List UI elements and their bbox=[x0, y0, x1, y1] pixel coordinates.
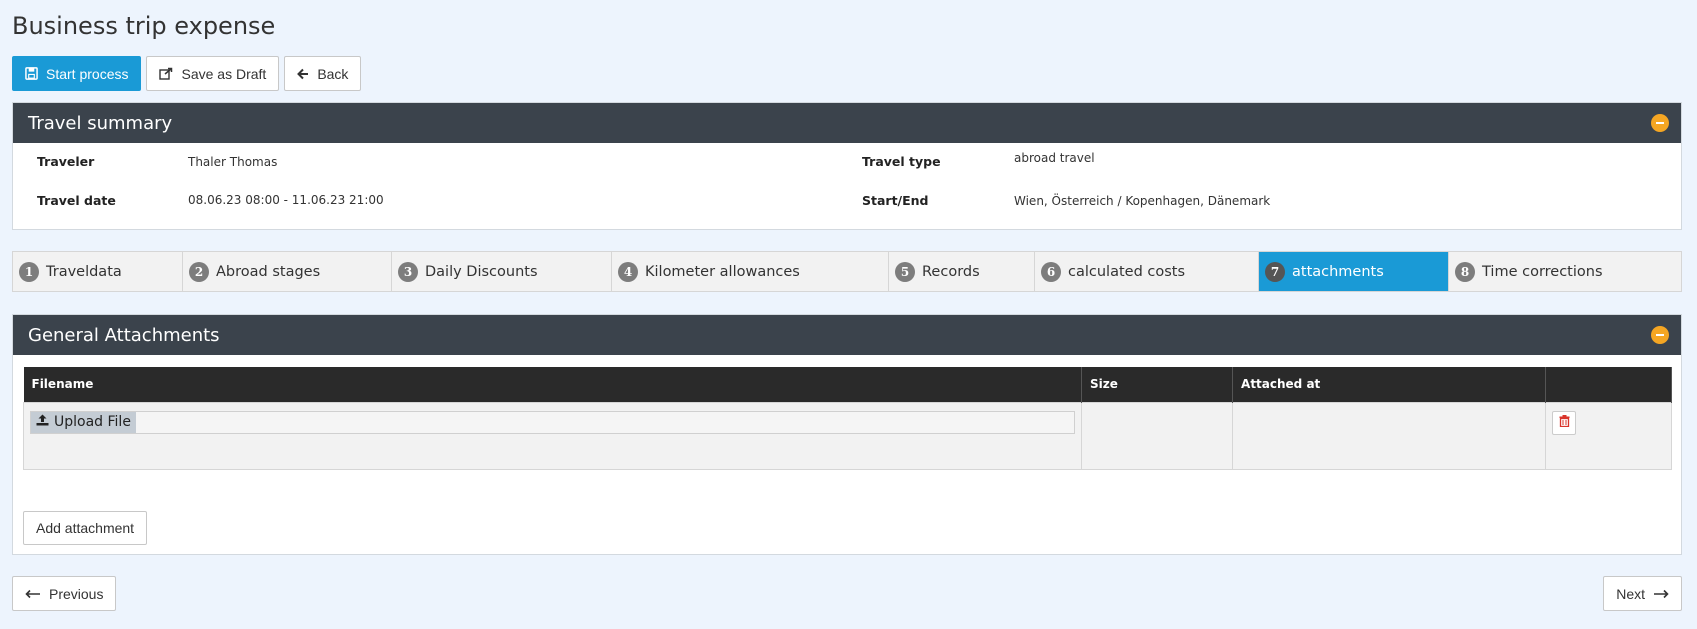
step-label: Kilometer allowances bbox=[645, 263, 800, 280]
step-label: Time corrections bbox=[1482, 263, 1603, 280]
step-label: attachments bbox=[1292, 263, 1384, 280]
step-label: calculated costs bbox=[1068, 263, 1186, 280]
start-process-label: Start process bbox=[46, 65, 129, 82]
actions-cell bbox=[1545, 401, 1672, 470]
size-cell bbox=[1080, 401, 1234, 470]
col-filename: Filename bbox=[23, 367, 1082, 402]
col-attached-at: Attached at bbox=[1232, 367, 1547, 402]
attached-at-cell bbox=[1232, 401, 1547, 470]
step-label: Daily Discounts bbox=[425, 263, 538, 280]
step-number: 8 bbox=[1455, 261, 1475, 282]
travel-type-label: Travel type bbox=[862, 154, 941, 169]
step-label: Traveldata bbox=[46, 263, 122, 280]
delete-button[interactable] bbox=[1552, 410, 1577, 435]
step-label: Abroad stages bbox=[216, 263, 321, 280]
step-tabs: 1 Traveldata 2 Abroad stages 3 Daily Dis… bbox=[12, 251, 1682, 292]
table-header-row: Filename Size Attached at bbox=[23, 367, 1672, 402]
step-label: Records bbox=[922, 263, 980, 280]
col-actions bbox=[1545, 367, 1672, 402]
add-attachment-label: Add attachment bbox=[36, 520, 135, 536]
save-draft-label: Save as Draft bbox=[181, 65, 267, 82]
tab-daily-discounts[interactable]: 3 Daily Discounts bbox=[392, 252, 612, 291]
step-number: 4 bbox=[618, 261, 638, 282]
tab-traveldata[interactable]: 1 Traveldata bbox=[13, 252, 183, 291]
save-icon bbox=[25, 67, 38, 80]
general-attachments-panel: General Attachments Filename Size Attach… bbox=[12, 314, 1682, 555]
upload-file-label: Upload File bbox=[54, 414, 131, 430]
step-number: 3 bbox=[398, 261, 418, 282]
upload-icon bbox=[36, 414, 49, 430]
traveler-value: Thaler Thomas bbox=[188, 155, 278, 169]
attachments-table: Filename Size Attached at Upload File bbox=[23, 367, 1672, 470]
start-process-button[interactable]: Start process bbox=[12, 56, 142, 91]
previous-button[interactable]: Previous bbox=[12, 576, 117, 611]
next-label: Next bbox=[1616, 585, 1645, 602]
tab-abroad-stages[interactable]: 2 Abroad stages bbox=[183, 252, 392, 291]
travel-summary-header: Travel summary bbox=[13, 103, 1681, 143]
general-attachments-title: General Attachments bbox=[28, 324, 220, 346]
add-attachment-button[interactable]: Add attachment bbox=[23, 511, 148, 545]
start-end-label: Start/End bbox=[862, 193, 929, 208]
long-arrow-left-icon bbox=[25, 589, 41, 599]
travel-summary-body: Traveler Thaler Thomas Travel date 08.06… bbox=[13, 143, 1681, 231]
step-number: 1 bbox=[19, 261, 39, 282]
upload-field[interactable]: Upload File bbox=[30, 410, 1075, 434]
step-number: 7 bbox=[1265, 261, 1285, 282]
minus-circle-icon[interactable] bbox=[1651, 114, 1669, 132]
share-icon bbox=[159, 67, 173, 80]
general-attachments-header: General Attachments bbox=[13, 315, 1681, 355]
travel-summary-title: Travel summary bbox=[28, 112, 173, 134]
toolbar: Start process Save as Draft Back bbox=[12, 56, 362, 91]
start-end-value: Wien, Österreich / Kopenhagen, Dänemark bbox=[1014, 194, 1271, 208]
tab-records[interactable]: 5 Records bbox=[889, 252, 1035, 291]
col-size: Size bbox=[1081, 367, 1234, 402]
back-button[interactable]: Back bbox=[284, 56, 362, 91]
tab-attachments[interactable]: 7 attachments bbox=[1259, 252, 1449, 291]
step-number: 5 bbox=[895, 261, 915, 282]
tab-time-corrections[interactable]: 8 Time corrections bbox=[1449, 252, 1681, 291]
tab-calculated-costs[interactable]: 6 calculated costs bbox=[1035, 252, 1259, 291]
trash-icon bbox=[1559, 415, 1570, 430]
travel-date-value: 08.06.23 08:00 - 11.06.23 21:00 bbox=[188, 193, 384, 207]
back-label: Back bbox=[317, 65, 349, 82]
table-row: Upload File bbox=[23, 401, 1672, 470]
long-arrow-right-icon bbox=[1653, 589, 1669, 599]
save-draft-button[interactable]: Save as Draft bbox=[146, 56, 280, 91]
tab-kilometer-allowances[interactable]: 4 Kilometer allowances bbox=[612, 252, 889, 291]
step-number: 2 bbox=[189, 261, 209, 282]
minus-circle-icon[interactable] bbox=[1651, 326, 1669, 344]
traveler-label: Traveler bbox=[37, 154, 95, 169]
previous-label: Previous bbox=[49, 585, 104, 602]
travel-type-value: abroad travel bbox=[1014, 151, 1095, 165]
arrow-left-icon bbox=[297, 68, 309, 80]
filename-cell: Upload File bbox=[23, 401, 1082, 470]
page-title: Business trip expense bbox=[12, 12, 276, 40]
travel-date-label: Travel date bbox=[37, 193, 116, 208]
upload-file-button[interactable]: Upload File bbox=[31, 411, 136, 433]
step-number: 6 bbox=[1041, 261, 1061, 282]
travel-summary-panel: Travel summary Traveler Thaler Thomas Tr… bbox=[12, 102, 1682, 230]
next-button[interactable]: Next bbox=[1603, 576, 1682, 611]
attachments-table-wrap: Filename Size Attached at Upload File bbox=[23, 367, 1672, 470]
